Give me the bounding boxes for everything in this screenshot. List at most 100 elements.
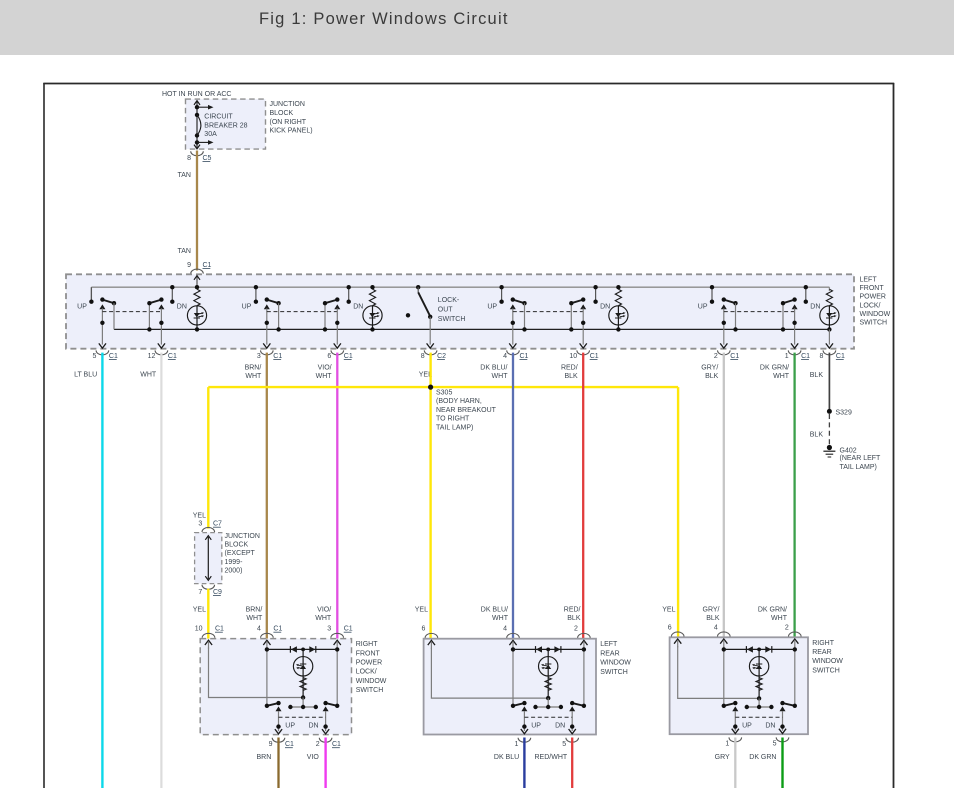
svg-text:1: 1 [785, 353, 789, 360]
svg-text:8: 8 [819, 353, 823, 360]
svg-text:BRN: BRN [257, 754, 272, 761]
svg-text:DN: DN [308, 722, 318, 729]
svg-text:2000): 2000) [225, 567, 243, 574]
svg-text:SWITCH: SWITCH [438, 316, 466, 323]
svg-text:BLK: BLK [810, 372, 824, 379]
svg-text:YEL: YEL [193, 606, 206, 613]
svg-text:JUNCTION: JUNCTION [270, 101, 305, 108]
svg-text:DN: DN [353, 303, 363, 310]
svg-text:DK GRN: DK GRN [749, 754, 776, 761]
svg-text:WHT: WHT [245, 373, 262, 380]
svg-text:WINDOW: WINDOW [600, 660, 631, 667]
svg-text:RED/: RED/ [561, 365, 578, 372]
svg-text:C1: C1 [203, 262, 212, 269]
svg-text:C1: C1 [590, 353, 599, 360]
svg-text:LT BLU: LT BLU [74, 372, 97, 379]
svg-text:DN: DN [810, 303, 820, 310]
svg-text:WHT: WHT [246, 615, 263, 622]
svg-text:2: 2 [785, 624, 789, 631]
svg-text:1: 1 [725, 741, 729, 748]
svg-text:BLK: BLK [564, 373, 578, 380]
svg-text:6: 6 [668, 624, 672, 631]
svg-text:3: 3 [327, 626, 331, 633]
svg-text:UP: UP [242, 303, 252, 310]
svg-text:HOT IN RUN OR ACC: HOT IN RUN OR ACC [162, 91, 232, 98]
svg-text:2: 2 [316, 741, 320, 748]
svg-text:BLOCK: BLOCK [270, 110, 294, 117]
svg-text:SWITCH: SWITCH [812, 667, 840, 674]
svg-text:BLK: BLK [567, 615, 581, 622]
svg-text:YEL: YEL [193, 513, 206, 520]
svg-text:C1: C1 [215, 626, 224, 633]
svg-text:RED/: RED/ [564, 606, 581, 613]
svg-text:Fig 1: Power Windows Circuit: Fig 1: Power Windows Circuit [259, 10, 509, 28]
svg-text:LOCK/: LOCK/ [356, 669, 377, 676]
svg-text:9: 9 [187, 262, 191, 269]
svg-text:TAN: TAN [178, 172, 191, 179]
svg-text:LEFT: LEFT [600, 641, 618, 648]
svg-text:DN: DN [765, 722, 775, 729]
svg-text:REAR: REAR [600, 650, 619, 657]
svg-text:UP: UP [742, 722, 752, 729]
svg-text:5: 5 [562, 741, 566, 748]
svg-text:DK BLU/: DK BLU/ [480, 365, 507, 372]
svg-text:C1: C1 [273, 353, 282, 360]
svg-text:TAN: TAN [178, 248, 191, 255]
svg-text:WHT: WHT [316, 373, 333, 380]
svg-text:BRN/: BRN/ [245, 365, 262, 372]
svg-text:G402: G402 [840, 447, 857, 454]
svg-text:WINDOW: WINDOW [356, 678, 387, 685]
svg-text:LEFT: LEFT [860, 277, 878, 284]
svg-text:OUT: OUT [438, 307, 454, 314]
svg-text:SWITCH: SWITCH [600, 669, 628, 676]
svg-text:2: 2 [714, 353, 718, 360]
svg-text:C1: C1 [801, 353, 810, 360]
svg-text:SWITCH: SWITCH [860, 320, 888, 327]
svg-text:WHT: WHT [492, 615, 509, 622]
svg-text:CIRCUIT: CIRCUIT [204, 114, 233, 121]
svg-text:C1: C1 [344, 353, 353, 360]
svg-text:UP: UP [285, 722, 295, 729]
svg-text:DN: DN [555, 722, 565, 729]
svg-text:RED/WHT: RED/WHT [535, 754, 568, 761]
svg-text:4: 4 [714, 624, 718, 631]
svg-text:YEL: YEL [662, 606, 675, 613]
svg-text:BLK: BLK [810, 432, 824, 439]
svg-text:(NEAR LEFT: (NEAR LEFT [840, 455, 882, 462]
svg-text:C1: C1 [332, 741, 341, 748]
svg-text:5: 5 [773, 741, 777, 748]
svg-text:TO RIGHT: TO RIGHT [436, 416, 470, 423]
svg-text:DN: DN [177, 303, 187, 310]
svg-text:6: 6 [327, 353, 331, 360]
svg-text:C1: C1 [285, 741, 294, 748]
svg-text:REAR: REAR [812, 649, 831, 656]
svg-text:VIO/: VIO/ [317, 606, 331, 613]
svg-text:WINDOW: WINDOW [860, 311, 891, 318]
svg-text:GRY/: GRY/ [703, 606, 720, 613]
svg-text:RIGHT: RIGHT [356, 641, 379, 648]
svg-text:WHT: WHT [492, 373, 509, 380]
svg-text:LOCK-: LOCK- [438, 297, 460, 304]
svg-text:BLOCK: BLOCK [225, 542, 249, 549]
svg-text:WHT: WHT [315, 615, 332, 622]
svg-text:TAIL LAMP): TAIL LAMP) [436, 425, 473, 432]
svg-text:GRY/: GRY/ [701, 365, 718, 372]
svg-text:LOCK/: LOCK/ [860, 302, 881, 309]
svg-text:DK GRN/: DK GRN/ [760, 365, 789, 372]
svg-text:DK BLU: DK BLU [494, 754, 519, 761]
svg-text:WHT: WHT [140, 372, 157, 379]
svg-text:8: 8 [421, 353, 425, 360]
svg-text:5: 5 [92, 353, 96, 360]
svg-text:S329: S329 [836, 409, 852, 416]
svg-text:4: 4 [503, 353, 507, 360]
svg-text:DN: DN [600, 303, 610, 310]
svg-text:NEAR BREAKOUT: NEAR BREAKOUT [436, 407, 497, 414]
svg-text:TAIL LAMP): TAIL LAMP) [840, 464, 877, 471]
svg-text:C1: C1 [836, 353, 845, 360]
svg-text:C1: C1 [344, 626, 353, 633]
svg-text:1999-: 1999- [225, 559, 244, 566]
svg-text:C1: C1 [273, 626, 282, 633]
svg-text:BLK: BLK [706, 615, 720, 622]
svg-text:FRONT: FRONT [860, 285, 885, 292]
svg-text:WHT: WHT [771, 615, 788, 622]
